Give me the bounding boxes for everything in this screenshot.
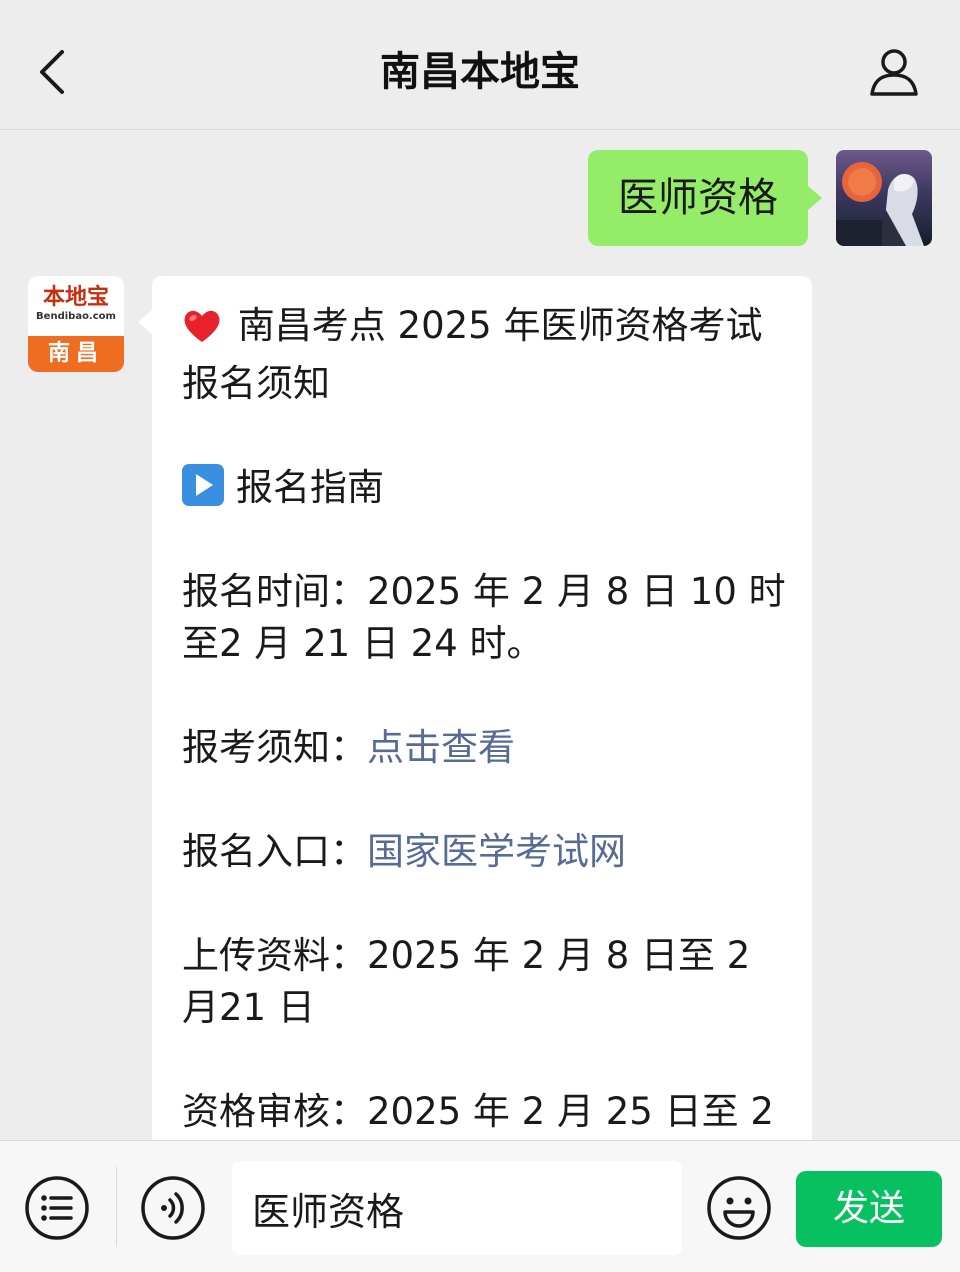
incoming-bubble: 南昌考点 2025 年医师资格考试报名须知 报名指南 报名时间：2025 年 2… — [138, 276, 812, 1176]
avatar-image — [836, 162, 924, 246]
notice-link[interactable]: 点击查看 — [367, 726, 515, 769]
entry-label: 报名入口： — [182, 830, 367, 873]
input-bar: 发送 — [0, 1140, 960, 1272]
user-avatar[interactable] — [836, 150, 932, 246]
notice-line: 报考须知：点击查看 — [182, 722, 786, 774]
guide-title: 报名指南 — [236, 466, 384, 509]
heading-text: 南昌考点 2025 年医师资格考试报名须知 — [182, 304, 763, 405]
outgoing-bubble[interactable]: 医师资格 — [588, 150, 822, 246]
review-line: 资格审核：2025 年 2 月 25 日至 2 — [182, 1086, 786, 1138]
message-input[interactable] — [232, 1161, 682, 1255]
play-icon — [182, 464, 224, 506]
emoji-button[interactable] — [706, 1175, 772, 1241]
menu-button[interactable] — [24, 1175, 90, 1241]
message-heading: 南昌考点 2025 年医师资格考试报名须知 — [182, 300, 786, 410]
voice-icon — [141, 1176, 205, 1240]
page-title: 南昌本地宝 — [380, 49, 580, 95]
upload-line: 上传资料：2025 年 2 月 8 日至 2 月21 日 — [182, 930, 786, 1034]
review-label: 资格审核： — [182, 1090, 367, 1133]
bot-avatar[interactable]: 本地宝 Bendibao.com 南昌 — [28, 276, 124, 372]
review-value: 2025 年 2 月 25 日至 2 — [367, 1090, 774, 1133]
notice-label: 报考须知： — [182, 726, 367, 769]
avatar-city: 南昌 — [28, 336, 124, 372]
person-icon — [870, 49, 918, 96]
entry-link[interactable]: 国家医学考试网 — [367, 830, 626, 873]
top-bar: 南昌本地宝 — [0, 0, 960, 130]
list-icon — [25, 1176, 89, 1240]
voice-button[interactable] — [140, 1175, 206, 1241]
heart-icon — [182, 306, 226, 358]
reg-time-label: 报名时间： — [182, 570, 367, 613]
upload-label: 上传资料： — [182, 934, 367, 977]
guide-title-line: 报名指南 — [182, 462, 786, 514]
smiley-icon — [707, 1176, 771, 1240]
avatar-logo: 本地宝 Bendibao.com — [28, 276, 124, 336]
reg-time-line: 报名时间：2025 年 2 月 8 日 10 时至2 月 21 日 24 时。 — [182, 566, 786, 670]
logo-text: 本地宝 — [42, 284, 109, 310]
divider — [116, 1167, 117, 1247]
entry-line: 报名入口：国家医学考试网 — [182, 826, 786, 878]
send-button[interactable]: 发送 — [796, 1171, 942, 1247]
logo-domain: Bendibao.com — [36, 311, 116, 322]
profile-button[interactable] — [868, 46, 920, 98]
